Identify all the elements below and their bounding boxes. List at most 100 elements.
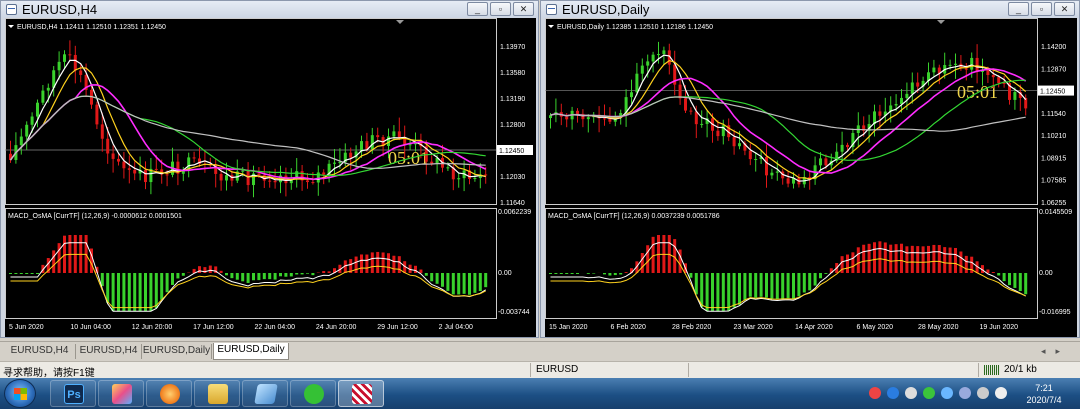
candle-body <box>916 82 920 87</box>
taskbar-app-wechat[interactable] <box>290 380 336 407</box>
macd-histogram-bar <box>619 273 623 275</box>
macd-histogram-bar <box>954 247 957 273</box>
price-chart-canvas[interactable]: EURUSD,H4 1.12411 1.12510 1.12351 1.1245… <box>5 18 536 337</box>
macd-histogram-bar <box>813 273 817 286</box>
candle-body <box>311 182 315 184</box>
price-tick-label: 1.07585 <box>1041 178 1066 185</box>
macd-histogram-bar <box>1018 273 1022 292</box>
candle-body <box>484 174 488 176</box>
macd-histogram-bar <box>176 273 180 279</box>
tray-help-icon[interactable] <box>887 387 899 399</box>
candle-body <box>144 169 147 183</box>
candle-body <box>894 104 898 106</box>
tray-network-icon[interactable] <box>959 387 971 399</box>
minimize-button[interactable]: _ <box>467 2 488 16</box>
macd-histogram-bar <box>424 273 428 276</box>
minimize-button[interactable]: _ <box>1008 2 1029 16</box>
tab-eurusd-h4-1[interactable]: EURUSD,H4 <box>4 344 76 359</box>
candle-body <box>905 93 909 98</box>
tray-shield-icon[interactable] <box>941 387 953 399</box>
macd-histogram-bar <box>133 273 137 311</box>
tab-eurusd-h4-2[interactable]: EURUSD,H4 <box>76 344 142 359</box>
macd-histogram-bar <box>819 273 822 279</box>
chart-window-icon <box>546 4 557 15</box>
tray-volume-icon[interactable] <box>995 387 1007 399</box>
start-button[interactable] <box>4 379 36 408</box>
macd-histogram-bar <box>360 254 363 273</box>
status-help-text: 寻求帮助，请按F1键 <box>3 368 95 379</box>
price-tick-label: 1.12870 <box>1041 66 1066 73</box>
candle-body <box>684 98 687 111</box>
candle-body <box>322 172 326 175</box>
window-titlebar[interactable]: EURUSD,Daily _ ▫ ✕ <box>541 1 1079 18</box>
candle-body <box>349 152 353 158</box>
macd-histogram-bar <box>241 273 245 282</box>
taskbar-app-browser[interactable] <box>146 380 192 407</box>
candle-body <box>392 131 396 137</box>
macd-tick-label: -0.016995 <box>1039 309 1071 316</box>
candle-body <box>268 180 272 182</box>
candle-body <box>630 92 633 98</box>
tab-scroll-arrows[interactable]: ◂▸ <box>1041 346 1070 357</box>
chart-window-eurusd-daily[interactable]: EURUSD,Daily _ ▫ ✕ EURUSD,Daily 1.12385 … <box>540 0 1080 338</box>
candle-body <box>748 150 752 160</box>
taskbar-app-notebook[interactable] <box>242 380 288 407</box>
taskbar-app-metatrader[interactable] <box>338 380 384 407</box>
macd-histogram-bar <box>721 273 725 311</box>
macd-histogram-bar <box>889 244 893 273</box>
macd-tick-label: -0.003744 <box>498 309 530 316</box>
candle-body <box>662 50 666 55</box>
close-button[interactable]: ✕ <box>513 2 534 16</box>
restore-button[interactable]: ▫ <box>1031 2 1052 16</box>
candle-body <box>986 70 990 76</box>
macd-histogram-bar <box>306 273 309 274</box>
candle-body <box>586 117 590 120</box>
window-handle-icon <box>396 20 404 24</box>
taskbar-app-paint[interactable] <box>98 380 144 407</box>
tab-eurusd-daily-2[interactable]: EURUSD,Daily <box>213 343 289 360</box>
taskbar-app-explorer[interactable] <box>194 380 240 407</box>
macd-histogram-bar <box>289 273 293 277</box>
tray-antivirus-icon[interactable] <box>869 387 881 399</box>
macd-histogram-bar <box>738 273 741 305</box>
tray-signal-icon[interactable] <box>977 387 989 399</box>
macd-histogram-bar <box>694 273 698 295</box>
tray-wechat-icon[interactable] <box>923 387 935 399</box>
macd-histogram-bar <box>1024 273 1028 295</box>
macd-header-text: MACD_OsMA [CurrTF] (12,26,9) 0.0037239 0… <box>548 213 720 220</box>
candle-body <box>333 162 336 164</box>
macd-histogram-bar <box>603 273 606 275</box>
price-chart-canvas[interactable]: EURUSD,Daily 1.12385 1.12510 1.12186 1.1… <box>545 18 1077 337</box>
candle-body <box>376 135 380 138</box>
time-tick-label: 6 May 2020 <box>857 324 894 331</box>
macd-histogram-bar <box>873 242 876 273</box>
macd-histogram-bar <box>300 273 304 275</box>
macd-histogram-bar <box>252 273 255 281</box>
macd-histogram-bar <box>36 273 39 274</box>
macd-histogram-bar <box>171 273 174 285</box>
macd-histogram-bar <box>570 273 574 274</box>
status-divider <box>530 363 531 377</box>
taskbar-app-photoshop[interactable]: Ps <box>50 380 96 407</box>
restore-button[interactable]: ▫ <box>490 2 511 16</box>
price-tick-label: 1.13190 <box>500 96 525 103</box>
time-tick-label: 19 Jun 2020 <box>980 324 1019 331</box>
tab-eurusd-daily-1[interactable]: EURUSD,Daily <box>142 344 212 359</box>
macd-histogram-bar <box>986 269 990 273</box>
candle-body <box>603 118 606 120</box>
close-button[interactable]: ✕ <box>1054 2 1075 16</box>
candle-body <box>241 170 245 172</box>
macd-histogram-bar <box>651 236 655 273</box>
ma-magenta-line <box>550 68 1027 174</box>
macd-histogram-bar <box>802 273 806 293</box>
tray-lightbulb-icon[interactable] <box>905 387 917 399</box>
macd-histogram-bar <box>165 273 169 293</box>
window-titlebar[interactable]: EURUSD,H4 _ ▫ ✕ <box>1 1 538 18</box>
macd-histogram-bar <box>235 273 239 280</box>
macd-histogram-bar <box>435 273 439 284</box>
macd-histogram-bar <box>846 254 849 273</box>
macd-histogram-bar <box>268 273 272 280</box>
macd-histogram-bar <box>613 273 617 276</box>
chart-window-eurusd-h4[interactable]: EURUSD,H4 _ ▫ ✕ EURUSD,H4 1.12411 1.1251… <box>0 0 539 338</box>
taskbar-clock[interactable]: 7:21 2020/7/4 <box>1020 382 1068 406</box>
